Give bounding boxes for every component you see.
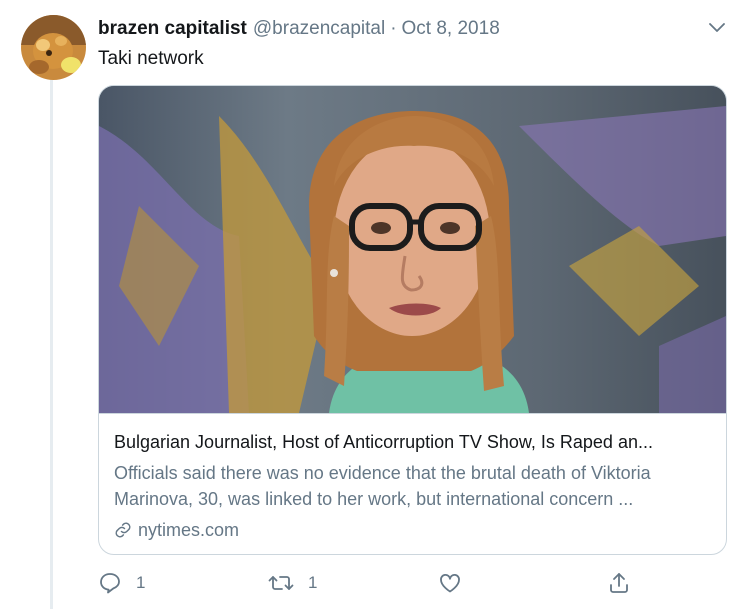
reply-button[interactable]: 1 xyxy=(98,568,145,598)
card-title[interactable]: Bulgarian Journalist, Host of Anticorrup… xyxy=(114,430,714,454)
card-domain[interactable]: nytimes.com xyxy=(114,518,239,542)
card-body[interactable]: Bulgarian Journalist, Host of Anticorrup… xyxy=(99,413,726,554)
retweet-count: 1 xyxy=(308,573,318,592)
reply-icon xyxy=(100,573,120,594)
tweet-date[interactable]: Oct 8, 2018 xyxy=(402,18,500,40)
link-icon xyxy=(115,522,131,538)
heart-icon xyxy=(440,573,460,593)
tweet-header: brazen capitalist @brazencapital · Oct 8… xyxy=(98,17,500,41)
card-image[interactable] xyxy=(99,86,726,413)
avatar[interactable] xyxy=(21,15,86,80)
tweet-actions: 1 1 xyxy=(98,568,738,598)
share-icon xyxy=(610,573,628,593)
card-domain-text: nytimes.com xyxy=(138,520,240,540)
tweet-text: Taki network xyxy=(98,48,204,69)
share-button[interactable] xyxy=(607,568,631,598)
retweet-button[interactable]: 1 xyxy=(268,568,317,598)
reply-count: 1 xyxy=(136,573,146,592)
author-display-name[interactable]: brazen capitalist xyxy=(98,18,247,40)
card-description: Officials said there was no evidence tha… xyxy=(114,463,651,509)
retweet-icon xyxy=(268,576,294,590)
link-card[interactable]: Bulgarian Journalist, Host of Anticorrup… xyxy=(98,85,727,555)
header-separator: · xyxy=(390,18,397,39)
thread-line xyxy=(50,80,53,609)
more-options-chevron-down-icon[interactable] xyxy=(706,19,728,37)
author-handle[interactable]: @brazencapital xyxy=(253,18,385,40)
like-button[interactable] xyxy=(438,568,476,598)
